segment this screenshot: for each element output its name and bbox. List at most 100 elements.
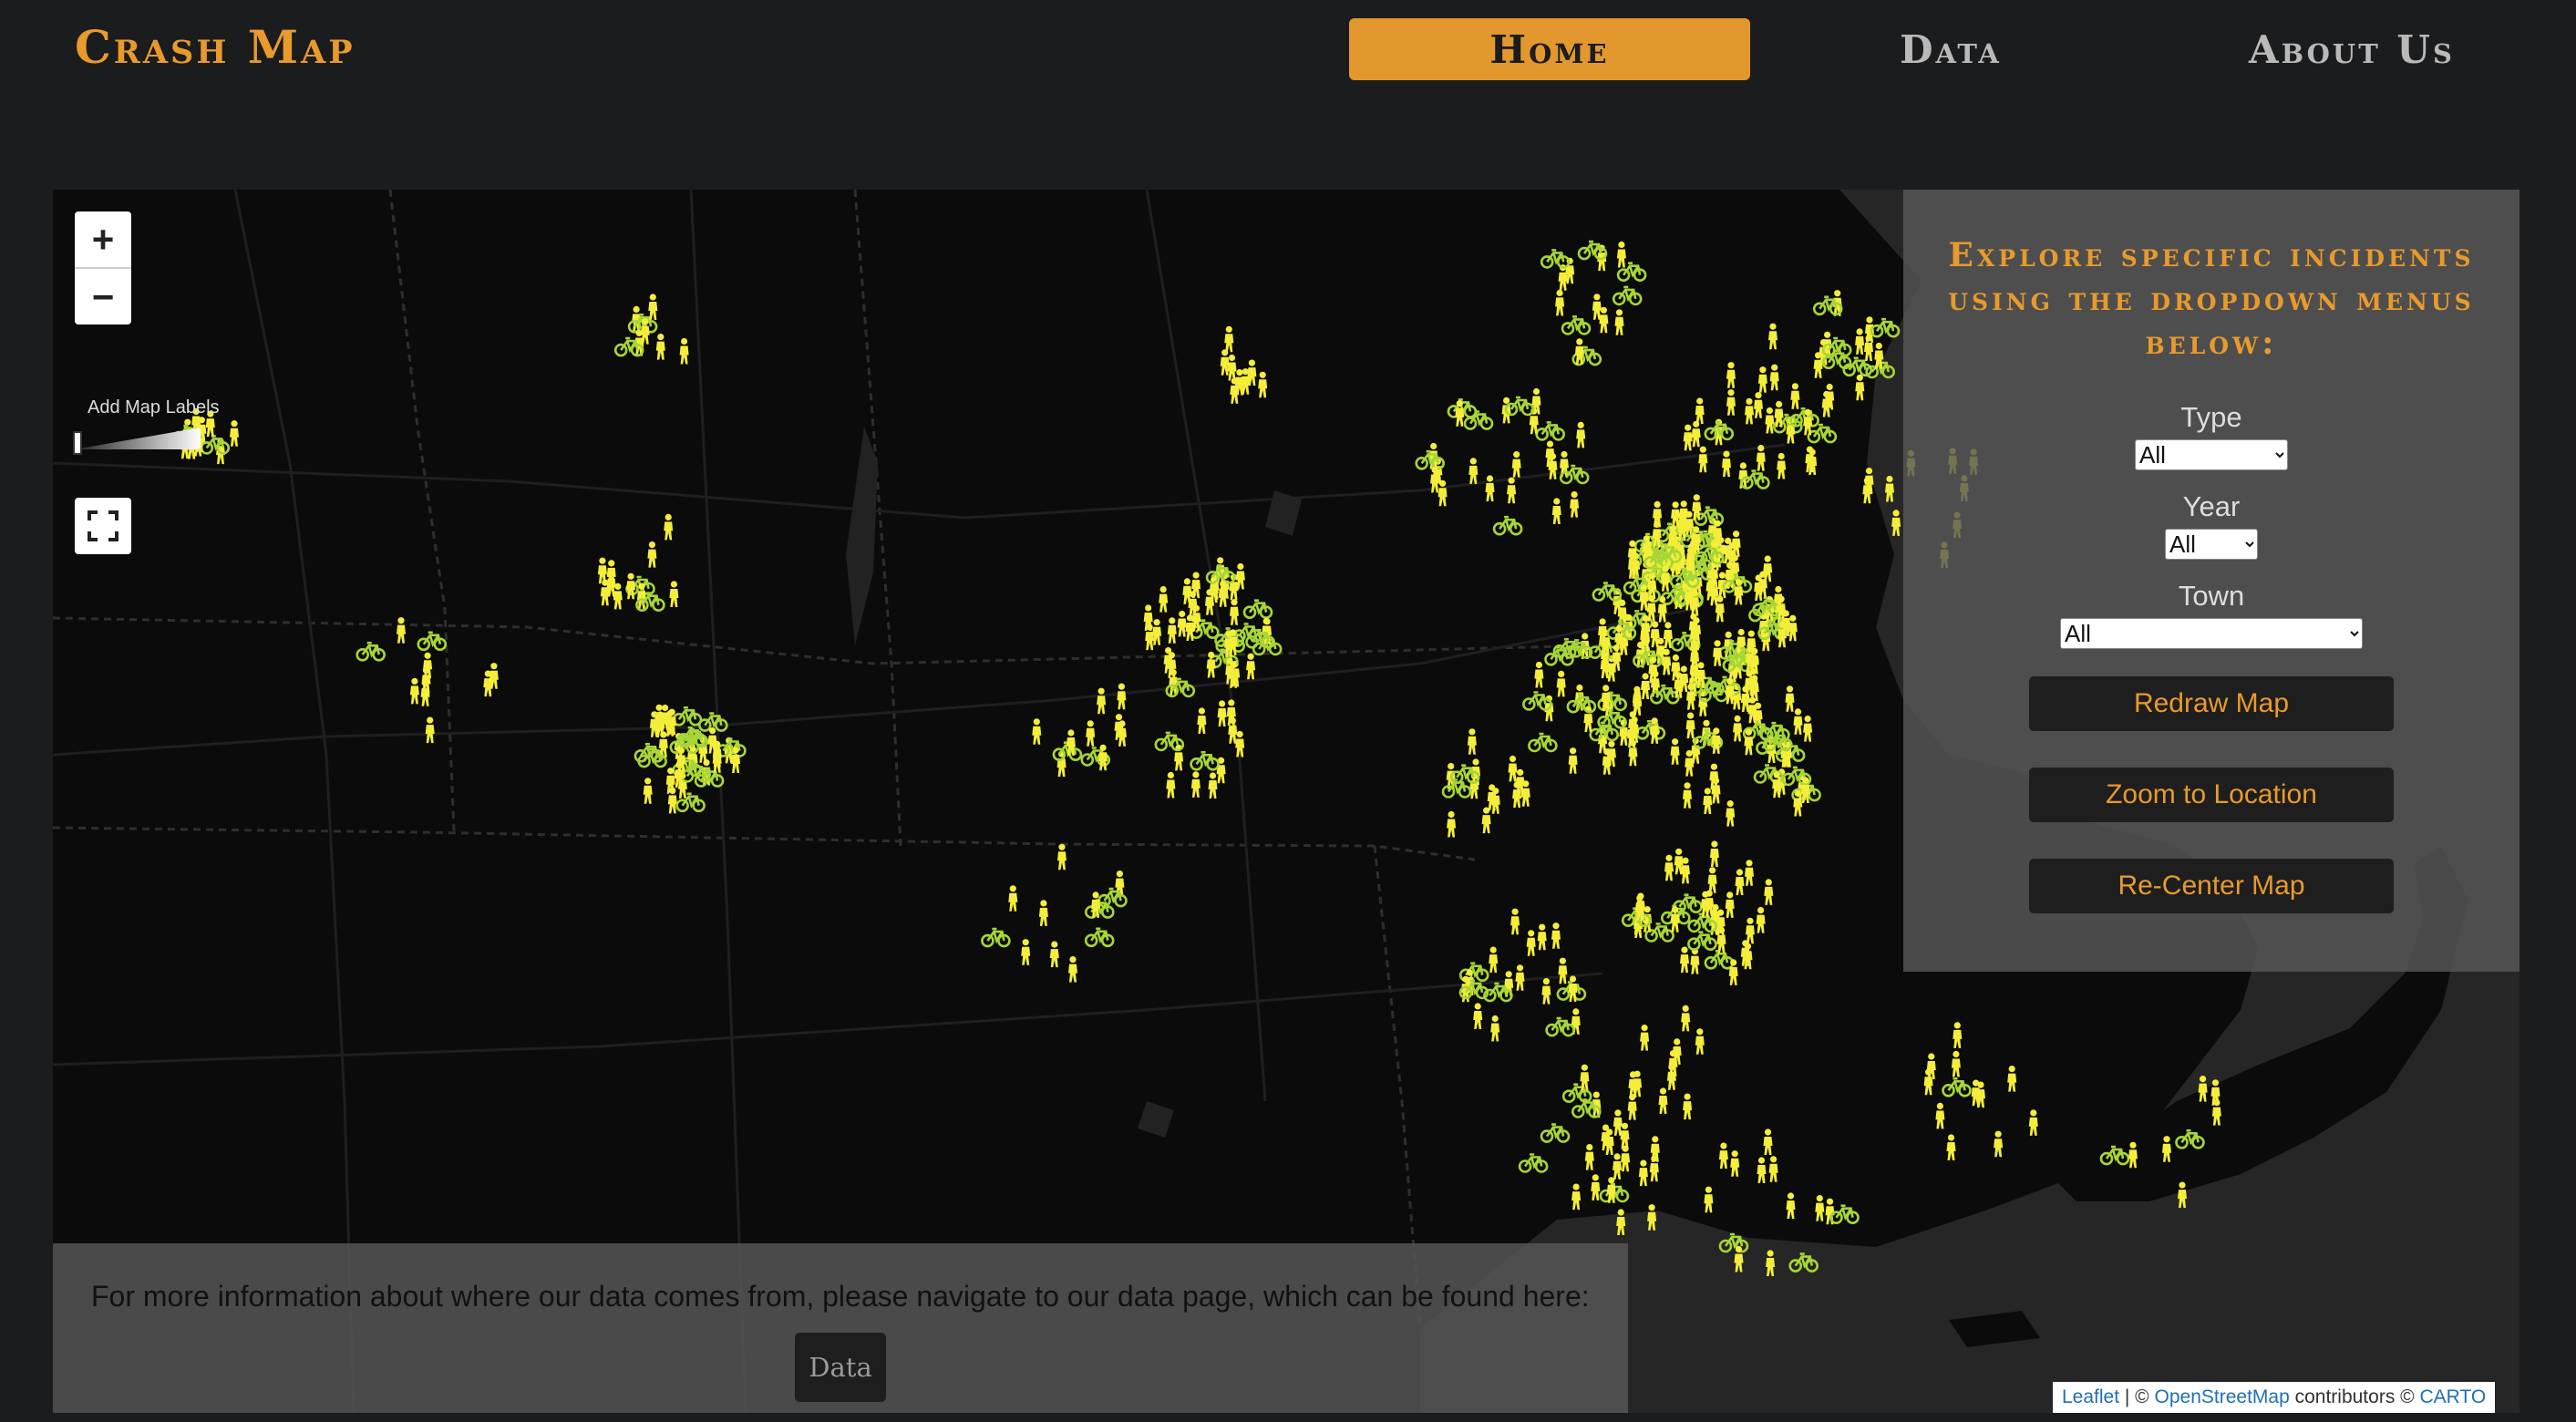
pedestrian-icon[interactable] — [1763, 1128, 1773, 1155]
pedestrian-icon[interactable] — [1813, 352, 1823, 378]
pedestrian-icon[interactable] — [1662, 648, 1672, 675]
pedestrian-icon[interactable] — [1733, 715, 1743, 742]
pedestrian-icon[interactable] — [1749, 675, 1759, 701]
bicycle-icon[interactable] — [1528, 732, 1558, 753]
pedestrian-icon[interactable] — [1746, 917, 1755, 944]
pedestrian-icon[interactable] — [1620, 1122, 1630, 1149]
pedestrian-icon[interactable] — [1815, 1195, 1825, 1221]
pedestrian-icon[interactable] — [1057, 843, 1066, 871]
bicycle-icon[interactable] — [1084, 927, 1115, 948]
pedestrian-icon[interactable] — [1097, 687, 1107, 715]
zoom-out-button[interactable]: − — [75, 269, 131, 325]
pedestrian-icon[interactable] — [1177, 610, 1187, 637]
pedestrian-icon[interactable] — [1604, 1128, 1614, 1155]
pedestrian-icon[interactable] — [1971, 1079, 1981, 1107]
pedestrian-icon[interactable] — [1640, 1025, 1650, 1051]
pedestrian-icon[interactable] — [1953, 1022, 1963, 1048]
pedestrian-icon[interactable] — [1606, 740, 1616, 768]
pedestrian-icon[interactable] — [1658, 1087, 1668, 1114]
pedestrian-icon[interactable] — [1757, 1157, 1767, 1183]
bicycle-icon[interactable] — [1561, 315, 1592, 335]
pedestrian-icon[interactable] — [1855, 328, 1865, 355]
pedestrian-icon[interactable] — [1738, 462, 1748, 489]
pedestrian-icon[interactable] — [1490, 1015, 1500, 1042]
zoom-in-button[interactable]: + — [75, 211, 131, 269]
pedestrian-icon[interactable] — [1666, 1064, 1676, 1090]
pedestrian-icon[interactable] — [1803, 408, 1813, 436]
pedestrian-icon[interactable] — [1790, 383, 1800, 409]
pedestrian-icon[interactable] — [1788, 614, 1798, 642]
pedestrian-icon[interactable] — [1234, 369, 1244, 396]
pedestrian-icon[interactable] — [1551, 922, 1561, 949]
pedestrian-icon[interactable] — [1709, 840, 1719, 867]
pedestrian-icon[interactable] — [640, 318, 650, 345]
pedestrian-icon[interactable] — [1511, 451, 1521, 478]
pedestrian-icon[interactable] — [1447, 810, 1457, 838]
pedestrian-icon[interactable] — [1691, 420, 1701, 448]
pedestrian-icon[interactable] — [1159, 586, 1169, 613]
pedestrian-icon[interactable] — [1745, 860, 1754, 886]
re-center-map-button[interactable]: Re-Center Map — [2029, 859, 2394, 913]
pedestrian-icon[interactable] — [655, 334, 665, 360]
pedestrian-icon[interactable] — [1725, 677, 1735, 705]
pedestrian-icon[interactable] — [2028, 1109, 2038, 1136]
pedestrian-icon[interactable] — [655, 711, 665, 737]
pedestrian-icon[interactable] — [1235, 562, 1245, 590]
pedestrian-icon[interactable] — [1218, 581, 1228, 607]
pedestrian-icon[interactable] — [1821, 390, 1831, 417]
pedestrian-icon[interactable] — [1197, 707, 1207, 734]
nav-data[interactable]: Data — [1750, 18, 2151, 80]
pedestrian-icon[interactable] — [1723, 537, 1733, 564]
bicycle-icon[interactable] — [1463, 410, 1494, 430]
pedestrian-icon[interactable] — [1021, 939, 1031, 965]
pedestrian-icon[interactable] — [1764, 879, 1774, 905]
pedestrian-icon[interactable] — [1793, 708, 1803, 735]
pedestrian-icon[interactable] — [1191, 572, 1201, 599]
pedestrian-icon[interactable] — [1613, 1109, 1623, 1136]
bicycle-icon[interactable] — [1518, 1153, 1549, 1173]
nav-about-us[interactable]: About Us — [2151, 18, 2552, 80]
pedestrian-icon[interactable] — [1700, 891, 1710, 918]
pedestrian-icon[interactable] — [1619, 719, 1629, 746]
pedestrian-icon[interactable] — [1633, 1070, 1643, 1097]
pedestrian-icon[interactable] — [643, 778, 653, 804]
pedestrian-icon[interactable] — [1614, 309, 1624, 335]
pedestrian-icon[interactable] — [1725, 891, 1735, 918]
pedestrian-icon[interactable] — [1647, 572, 1657, 599]
pedestrian-icon[interactable] — [489, 663, 499, 689]
pedestrian-icon[interactable] — [1768, 323, 1777, 350]
pedestrian-icon[interactable] — [1580, 1064, 1590, 1091]
pedestrian-icon[interactable] — [1473, 1003, 1483, 1029]
pedestrian-icon[interactable] — [1774, 400, 1784, 428]
town-select[interactable]: All — [2060, 618, 2363, 649]
pedestrian-icon[interactable] — [1670, 906, 1680, 933]
pedestrian-icon[interactable] — [1664, 854, 1674, 881]
pedestrian-icon[interactable] — [1208, 772, 1218, 799]
pedestrian-icon[interactable] — [1690, 948, 1700, 974]
pedestrian-icon[interactable] — [1757, 571, 1767, 598]
pedestrian-icon[interactable] — [1599, 306, 1609, 334]
labels-slider[interactable] — [75, 428, 201, 449]
pedestrian-icon[interactable] — [425, 716, 435, 744]
pedestrian-icon[interactable] — [1032, 718, 1042, 745]
pedestrian-icon[interactable] — [1220, 349, 1230, 376]
pedestrian-icon[interactable] — [1671, 501, 1681, 528]
pedestrian-icon[interactable] — [1734, 578, 1744, 605]
pedestrian-icon[interactable] — [1763, 555, 1773, 582]
pedestrian-icon[interactable] — [1716, 927, 1726, 953]
pedestrian-icon[interactable] — [1772, 771, 1782, 799]
pedestrian-icon[interactable] — [1686, 684, 1695, 710]
pedestrian-icon[interactable] — [1683, 424, 1693, 451]
osm-link[interactable]: OpenStreetMap — [2155, 1386, 2290, 1408]
pedestrian-icon[interactable] — [1709, 579, 1719, 606]
pedestrian-icon[interactable] — [1152, 619, 1162, 645]
pedestrian-icon[interactable] — [1558, 957, 1568, 984]
labels-slider-thumb[interactable] — [73, 431, 82, 455]
pedestrian-icon[interactable] — [1951, 1050, 1961, 1077]
pedestrian-icon[interactable] — [1639, 584, 1649, 611]
bicycle-icon[interactable] — [417, 631, 448, 652]
redraw-map-button[interactable]: Redraw Map — [2029, 676, 2394, 731]
pedestrian-icon[interactable] — [1785, 685, 1795, 712]
pedestrian-icon[interactable] — [1541, 978, 1551, 1005]
pedestrian-icon[interactable] — [1117, 683, 1127, 710]
